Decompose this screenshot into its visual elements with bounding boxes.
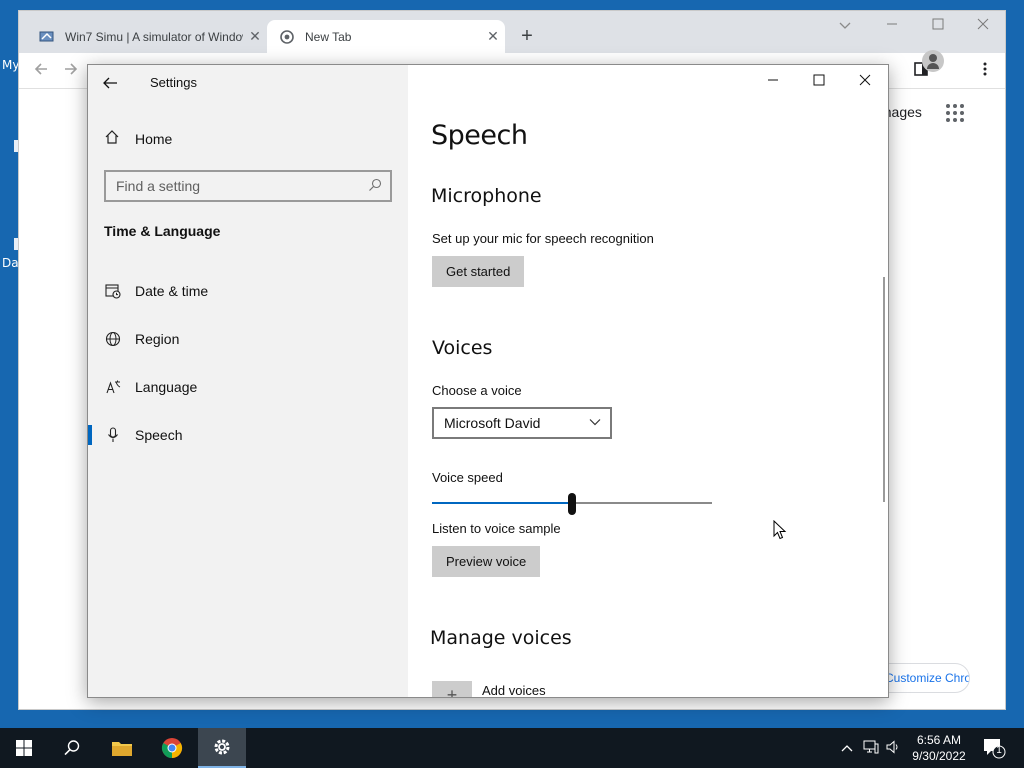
scrollbar[interactable] — [883, 277, 885, 502]
voices-heading: Voices — [432, 337, 493, 359]
gear-icon — [214, 739, 230, 755]
google-apps-grid-icon[interactable] — [946, 104, 964, 122]
settings-content: Speech Microphone Set up your mic for sp… — [408, 65, 888, 697]
back-button[interactable] — [102, 71, 128, 95]
home-icon — [104, 129, 122, 149]
tab-close-icon[interactable]: ✕ — [481, 28, 505, 45]
manage-voices-heading: Manage voices — [430, 627, 572, 649]
voice-dropdown-value: Microsoft David — [444, 415, 541, 431]
nav-item-language[interactable]: Language — [88, 367, 408, 407]
taskbar-search-button[interactable] — [48, 728, 96, 768]
chevron-down-icon — [588, 415, 602, 429]
desktop-icon-label[interactable]: Da — [2, 256, 19, 270]
voice-dropdown[interactable]: Microsoft David — [432, 407, 612, 439]
search-icon — [64, 740, 80, 756]
search-box — [104, 170, 392, 202]
slider-track-empty — [572, 502, 712, 504]
tab-title: New Tab — [305, 29, 352, 44]
add-icon[interactable]: + — [432, 681, 472, 697]
nav-item-label: Date & time — [135, 283, 209, 299]
windows-logo-icon — [16, 740, 32, 756]
nav-item-label: Speech — [135, 427, 183, 443]
new-tab-button[interactable]: + — [515, 25, 539, 49]
nav-item-label: Language — [135, 379, 198, 395]
chrome-maximize-icon[interactable] — [926, 17, 950, 34]
slider-track-filled — [432, 502, 572, 504]
start-button[interactable] — [0, 728, 48, 768]
voice-sample-label: Listen to voice sample — [432, 521, 561, 536]
tab-search-chevron-icon[interactable] — [833, 17, 857, 34]
microphone-icon — [104, 426, 122, 444]
taskbar-settings[interactable] — [198, 728, 246, 768]
notification-icon — [984, 739, 1006, 759]
taskbar-chrome[interactable] — [148, 728, 196, 768]
notification-count: 1 — [996, 745, 1002, 756]
forward-arrow-icon[interactable] — [63, 61, 79, 82]
network-icon[interactable] — [862, 740, 880, 757]
chrome-favicon-icon — [279, 29, 295, 45]
tray-chevron-up-icon[interactable] — [838, 740, 856, 755]
tab-win7-simu[interactable]: Win7 Simu | A simulator of Windows ✕ — [29, 20, 267, 53]
search-input[interactable] — [106, 172, 346, 200]
taskbar: 6:56 AM 9/30/2022 1 — [0, 728, 1024, 768]
mouse-cursor-icon — [773, 519, 787, 540]
back-arrow-icon[interactable] — [33, 61, 49, 82]
nav-item-date-time[interactable]: Date & time — [88, 271, 408, 311]
nav-item-speech[interactable]: Speech — [88, 415, 408, 455]
minimize-button[interactable] — [750, 69, 796, 95]
win7simu-favicon-icon — [39, 29, 55, 45]
action-center-button[interactable]: 1 — [980, 736, 1008, 760]
search-icon[interactable] — [368, 178, 384, 194]
desktop-icon-label[interactable]: My — [2, 58, 19, 72]
calendar-clock-icon — [104, 282, 122, 300]
chrome-close-icon[interactable] — [971, 17, 995, 34]
settings-window-title: Settings — [150, 75, 197, 90]
home-label: Home — [135, 131, 173, 147]
chrome-tab-bar: Win7 Simu | A simulator of Windows ✕ New… — [19, 11, 1005, 53]
settings-sidebar: Settings Home Time & Language Date & tim… — [88, 65, 408, 697]
page-title: Speech — [431, 120, 528, 151]
tab-new-tab[interactable]: New Tab ✕ — [267, 20, 505, 53]
slider-thumb[interactable] — [568, 493, 576, 515]
profile-avatar-icon[interactable] — [922, 50, 944, 72]
tab-close-icon[interactable]: ✕ — [243, 28, 267, 45]
group-heading: Time & Language — [104, 223, 221, 239]
choose-voice-label: Choose a voice — [432, 383, 522, 398]
chrome-minimize-icon[interactable] — [880, 17, 904, 34]
menu-kebab-icon[interactable] — [975, 62, 995, 80]
folder-icon — [112, 742, 132, 756]
settings-window: Settings Home Time & Language Date & tim… — [87, 64, 889, 698]
volume-icon[interactable] — [884, 740, 902, 757]
microphone-heading: Microphone — [431, 185, 542, 207]
tab-title: Win7 Simu | A simulator of Windows — [65, 29, 243, 44]
language-icon — [104, 378, 122, 396]
taskbar-file-explorer[interactable] — [98, 728, 146, 768]
clock-time: 6:56 AM — [916, 733, 962, 747]
close-button[interactable] — [842, 69, 888, 95]
nav-item-region[interactable]: Region — [88, 319, 408, 359]
voice-speed-slider[interactable] — [432, 493, 712, 515]
taskbar-clock[interactable]: 6:56 AM 9/30/2022 — [906, 732, 972, 764]
nav-item-label: Region — [135, 331, 180, 347]
globe-icon — [104, 330, 122, 348]
get-started-button[interactable]: Get started — [432, 256, 525, 287]
nav-home[interactable]: Home — [104, 127, 172, 151]
preview-voice-button[interactable]: Preview voice — [432, 546, 541, 577]
clock-date: 9/30/2022 — [912, 749, 966, 763]
microphone-description: Set up your mic for speech recognition — [432, 231, 654, 246]
maximize-button[interactable] — [796, 69, 842, 95]
add-voices-label[interactable]: Add voices — [482, 683, 546, 697]
voice-speed-label: Voice speed — [432, 470, 503, 485]
chrome-logo-icon — [161, 738, 183, 759]
